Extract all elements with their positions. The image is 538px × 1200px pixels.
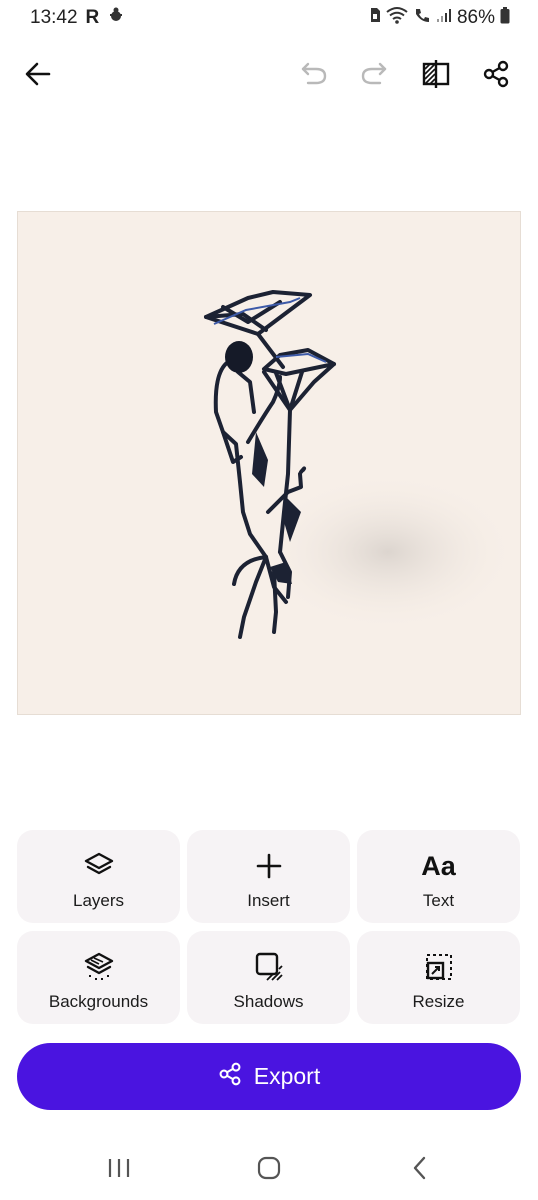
system-nav-bar: [0, 1140, 538, 1200]
signal-icon: [436, 7, 452, 28]
redo-button[interactable]: [356, 58, 392, 94]
battery-icon: [500, 6, 510, 29]
text-icon: Aa: [421, 850, 456, 882]
share-icon: [218, 1062, 242, 1091]
home-button[interactable]: [249, 1154, 289, 1186]
shadows-icon: [253, 951, 285, 983]
status-app-indicator: R: [85, 6, 100, 28]
tool-layers[interactable]: Layers: [17, 830, 180, 923]
share-icon: [482, 60, 510, 93]
top-toolbar: [0, 50, 538, 102]
call-icon: [413, 6, 431, 29]
tool-backgrounds[interactable]: Backgrounds: [17, 931, 180, 1024]
arrow-left-icon: [25, 61, 51, 92]
undo-button[interactable]: [296, 58, 332, 94]
layers-icon: [83, 850, 115, 882]
back-chevron-icon: [410, 1155, 430, 1186]
compare-icon: [421, 59, 451, 94]
status-bar: 13:42 R 86%: [0, 0, 538, 36]
export-button[interactable]: Export: [17, 1043, 521, 1110]
status-time: 13:42: [30, 6, 78, 28]
battery-percent: 86%: [456, 6, 495, 28]
plus-icon: [255, 850, 283, 882]
tool-label: Shadows: [233, 992, 304, 1011]
sim-icon: [369, 7, 381, 28]
tool-label: Text: [422, 891, 455, 910]
home-icon: [256, 1155, 282, 1186]
back-button[interactable]: [20, 58, 56, 94]
recents-icon: [106, 1156, 132, 1185]
tool-label: Resize: [412, 992, 465, 1011]
tool-grid: Layers Insert Aa Text Backgrounds Shadow…: [17, 830, 521, 1024]
text-icon-glyph: Aa: [421, 851, 456, 881]
wifi-icon: [386, 6, 408, 29]
redo-icon: [360, 61, 388, 92]
notification-bug-icon: [107, 6, 125, 29]
tool-label: Insert: [247, 891, 290, 910]
editor-canvas[interactable]: [17, 211, 521, 715]
sculpture-image: [204, 290, 518, 639]
tool-resize[interactable]: Resize: [357, 931, 520, 1024]
share-button[interactable]: [478, 58, 514, 94]
tool-insert[interactable]: Insert: [187, 830, 350, 923]
tool-label: Layers: [72, 891, 125, 910]
recents-button[interactable]: [99, 1154, 139, 1186]
tool-shadows[interactable]: Shadows: [187, 931, 350, 1024]
resize-icon: [423, 951, 455, 983]
compare-button[interactable]: [418, 58, 454, 94]
back-nav-button[interactable]: [400, 1154, 440, 1186]
export-label: Export: [253, 1063, 321, 1089]
tool-text[interactable]: Aa Text: [357, 830, 520, 923]
tool-label: Backgrounds: [48, 992, 149, 1011]
backgrounds-icon: [83, 951, 115, 983]
undo-icon: [300, 61, 328, 92]
